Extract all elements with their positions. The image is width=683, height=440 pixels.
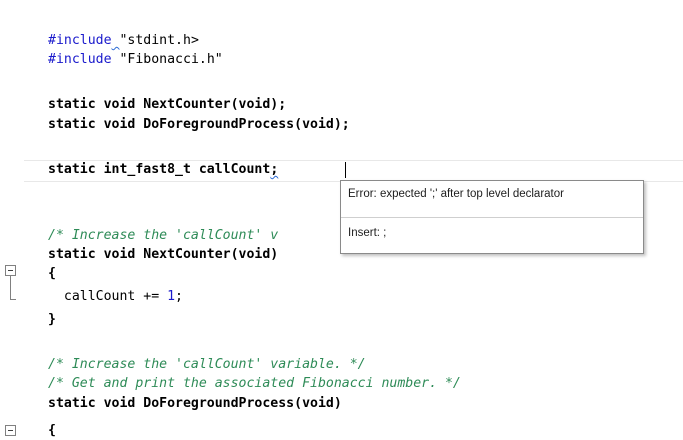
collapse-minus-icon[interactable] (5, 265, 16, 276)
include-file: "Fibonacci.h" (119, 52, 223, 67)
statement-terminator: ; (175, 289, 183, 304)
code-editor[interactable]: #include "stdint.h> #include "Fibonacci.… (0, 0, 683, 438)
code-line-10[interactable]: } (48, 311, 56, 329)
code-line-4[interactable]: static void DoForegroundProcess(void); (48, 116, 350, 134)
statement-text: callCount += (48, 289, 168, 304)
code-line-5[interactable]: static int_fast8_t callCount; (48, 161, 278, 179)
preprocessor-directive: #include (48, 33, 112, 48)
fold-gutter (0, 0, 24, 436)
text-caret (345, 162, 346, 178)
code-line-9[interactable]: callCount += 1; (48, 288, 183, 306)
tooltip-divider (341, 217, 643, 218)
error-message: Error: expected ';' after top level decl… (348, 188, 564, 200)
code-line-13[interactable]: static void DoForegroundProcess(void) (48, 395, 342, 413)
collapse-minus-icon[interactable] (5, 425, 16, 436)
code-line-7[interactable]: static void NextCounter(void) (48, 246, 278, 264)
code-line-12[interactable]: /* Get and print the associated Fibonacc… (48, 375, 461, 393)
code-line-6[interactable]: /* Increase the 'callCount' v (48, 227, 278, 245)
numeric-literal: 1 (167, 289, 176, 304)
declaration-text: static int_fast8_t callCount (48, 162, 271, 177)
error-squiggle: ; (270, 162, 279, 177)
code-line-11[interactable]: /* Increase the 'callCount' variable. */ (48, 356, 366, 374)
code-line-1[interactable]: #include "stdint.h> (48, 32, 199, 50)
fold-guide-line (10, 276, 11, 299)
code-line-14[interactable]: { (48, 422, 56, 440)
fold-guide-end (10, 299, 16, 300)
code-line-3[interactable]: static void NextCounter(void); (48, 96, 286, 114)
include-file: "stdint.h> (119, 33, 199, 48)
quick-fix-insert[interactable]: Insert: ; (348, 227, 386, 239)
code-line-8[interactable]: { (48, 265, 56, 283)
preprocessor-directive: #include (48, 52, 112, 67)
diagnostic-tooltip: Error: expected ';' after top level decl… (340, 180, 644, 254)
code-line-2[interactable]: #include "Fibonacci.h" (48, 51, 223, 69)
